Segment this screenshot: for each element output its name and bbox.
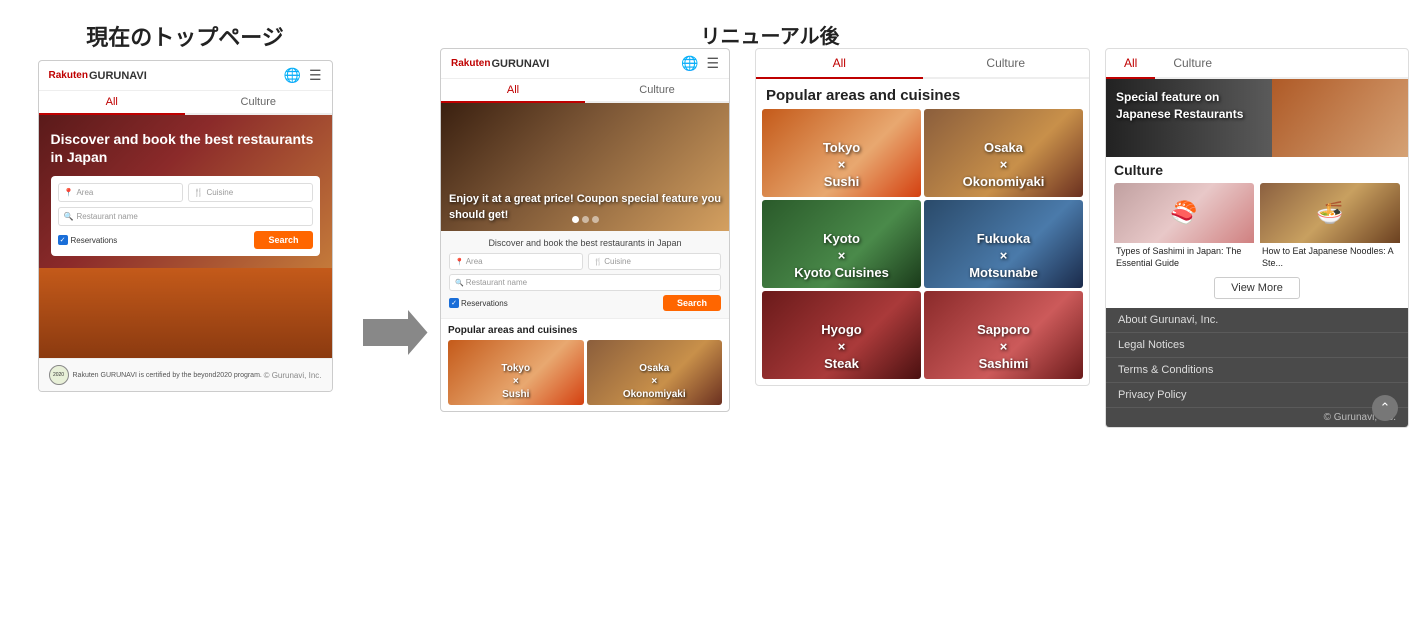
- renewal-popular-title: Popular areas and cuisines: [448, 325, 722, 336]
- checkbox[interactable]: ✓: [58, 235, 68, 245]
- feature-food-bg: [1272, 79, 1408, 157]
- popular-title: Popular areas and cuisines: [756, 79, 1089, 109]
- feature-text: Special feature on Japanese Restaurants: [1106, 79, 1281, 133]
- right-tab-culture[interactable]: Culture: [1155, 49, 1230, 77]
- area-sapporo[interactable]: Sapporo × Sashimi: [924, 291, 1083, 379]
- culture-card-noodles[interactable]: 🍜 How to Eat Japanese Noodles: A Ste...: [1260, 183, 1400, 272]
- footer-link-terms[interactable]: Terms & Conditions: [1106, 358, 1408, 383]
- area-fukuoka[interactable]: Fukuoka × Motsunabe: [924, 200, 1083, 288]
- renewal-reservations[interactable]: ✓ Reservations: [449, 298, 508, 308]
- menu-icon[interactable]: ☰: [309, 67, 322, 84]
- arrow-shape: [363, 310, 428, 355]
- renewal-popular: Popular areas and cuisines Tokyo × Sushi…: [441, 319, 729, 411]
- hero-text: Discover and book the best restaurants i…: [51, 130, 320, 166]
- food-image: [39, 268, 332, 358]
- footer-copyright: © Gurunavi, Inc.: [264, 371, 322, 380]
- current-phone: Rakuten GURUNAVI 🌐 ☰ All Culture Discove…: [38, 60, 333, 392]
- area-hyogo[interactable]: Hyogo × Steak: [762, 291, 921, 379]
- logo-gurunavi: GURUNAVI: [89, 70, 147, 82]
- noodles-title: How to Eat Japanese Noodles: A Ste...: [1260, 243, 1400, 272]
- cuisine-input[interactable]: 🍴 Cuisine: [188, 183, 313, 202]
- logo: Rakuten GURUNAVI: [49, 70, 147, 82]
- culture-card-sashimi[interactable]: 🍣 Types of Sashimi in Japan: The Essenti…: [1114, 183, 1254, 272]
- arrow: [350, 310, 440, 355]
- restaurant-input[interactable]: 🔍 Restaurant name: [58, 207, 313, 226]
- popular-panel: All Culture Popular areas and cuisines T…: [755, 48, 1090, 386]
- area-tokyo[interactable]: Tokyo × Sushi: [762, 109, 921, 197]
- cert-text: Rakuten GURUNAVI is certified by the bey…: [73, 371, 262, 380]
- noodles-img: 🍜: [1260, 183, 1400, 243]
- view-more-button[interactable]: View More: [1214, 277, 1300, 299]
- right-tab-all[interactable]: All: [1106, 49, 1155, 79]
- renewal-area-osaka[interactable]: Osaka × Okonomiyaki: [587, 340, 723, 405]
- right-panel: All Culture Special feature on Japanese …: [1105, 48, 1409, 428]
- footer-link-legal[interactable]: Legal Notices: [1106, 333, 1408, 358]
- renewal-restaurant-input[interactable]: 🔍 Restaurant name: [449, 274, 721, 291]
- area-osaka[interactable]: Osaka × Okonomiyaki: [924, 109, 1083, 197]
- footer-link-privacy[interactable]: Privacy Policy: [1106, 383, 1408, 407]
- renewal-title: リニューアル後: [440, 20, 1100, 49]
- area-kyoto[interactable]: Kyoto × Kyoto Cuisines: [762, 200, 921, 288]
- footer-cert: 2020 Rakuten GURUNAVI is certified by th…: [49, 365, 262, 385]
- renewal-area-tokyo[interactable]: Tokyo × Sushi: [448, 340, 584, 405]
- tabs: All Culture: [39, 91, 332, 115]
- logo-rakuten: Rakuten: [49, 70, 88, 81]
- current-label: 現在のトップページ: [20, 20, 350, 52]
- renewal-cuisine-input[interactable]: 🍴 Cuisine: [588, 253, 722, 270]
- renewal-hero-text: Enjoy it at a great price! Coupon specia…: [449, 192, 721, 223]
- feature-image-area: Special feature on Japanese Restaurants: [1106, 79, 1408, 157]
- footer-link-about[interactable]: About Gurunavi, Inc.: [1106, 308, 1408, 333]
- pop-tab-all[interactable]: All: [756, 49, 923, 79]
- renewal-area-label-tokyo: Tokyo × Sushi: [448, 362, 584, 401]
- renewal-phone: Rakuten GURUNAVI 🌐 ☰ All Culture Enjoy i…: [440, 48, 730, 412]
- renewal-globe-icon[interactable]: 🌐: [681, 55, 698, 72]
- renewal-tab-all[interactable]: All: [441, 79, 585, 103]
- sashimi-title: Types of Sashimi in Japan: The Essential…: [1114, 243, 1254, 272]
- culture-section: Culture 🍣 Types of Sashimi in Japan: The…: [1106, 157, 1408, 308]
- renewal-tab-culture[interactable]: Culture: [585, 79, 729, 101]
- area-input[interactable]: 📍 Area: [58, 183, 183, 202]
- reservations-check[interactable]: ✓ Reservations: [58, 235, 118, 245]
- renewal-search-button[interactable]: Search: [663, 295, 721, 311]
- tab-culture[interactable]: Culture: [185, 91, 332, 113]
- renewal-menu-icon[interactable]: ☰: [706, 55, 719, 72]
- tab-all[interactable]: All: [39, 91, 186, 115]
- pop-tab-culture[interactable]: Culture: [923, 49, 1090, 77]
- current-section: 現在のトップページ Rakuten GURUNAVI 🌐 ☰ All Cultu…: [20, 20, 350, 392]
- renewal-area-label-osaka: Osaka × Okonomiyaki: [587, 362, 723, 401]
- globe-icon[interactable]: 🌐: [284, 67, 301, 84]
- renewal-section: Rakuten GURUNAVI 🌐 ☰ All Culture Enjoy i…: [440, 48, 740, 412]
- renewal-search-label: Discover and book the best restaurants i…: [449, 238, 721, 248]
- culture-title: Culture: [1114, 162, 1400, 178]
- renewal-area-input[interactable]: 📍 Area: [449, 253, 583, 270]
- renewal-logo: Rakuten GURUNAVI: [451, 58, 549, 70]
- beyond-badge: 2020: [49, 365, 69, 385]
- footer-links: About Gurunavi, Inc. Legal Notices Terms…: [1106, 308, 1408, 407]
- sashimi-img: 🍣: [1114, 183, 1254, 243]
- search-button[interactable]: Search: [254, 231, 312, 249]
